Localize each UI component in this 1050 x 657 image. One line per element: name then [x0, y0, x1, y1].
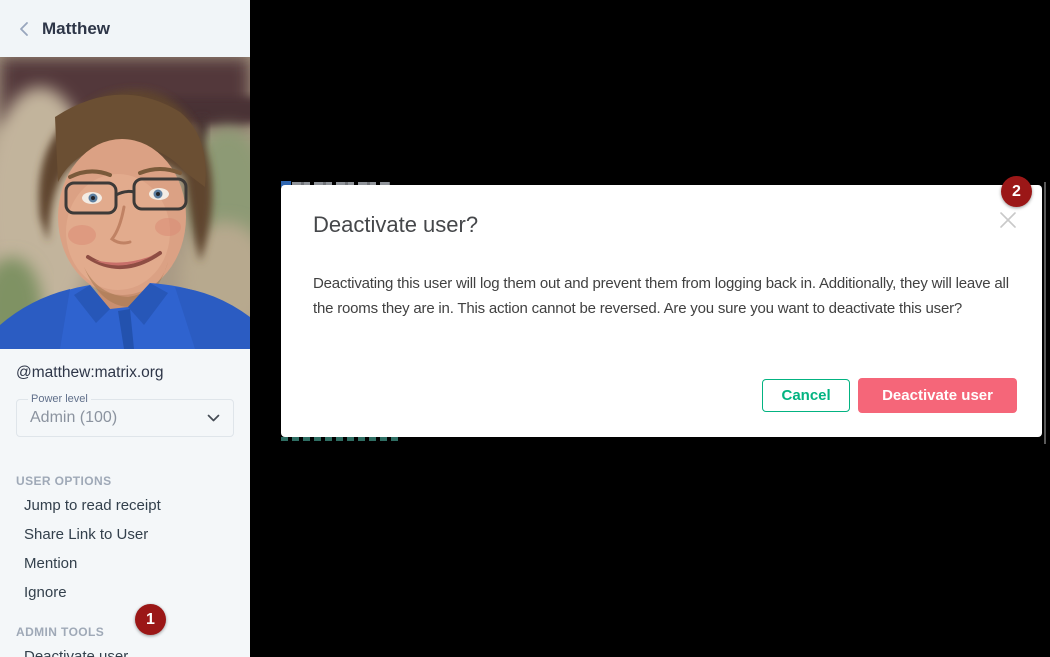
menu-item-deactivate-user[interactable]: Deactivate user: [24, 645, 234, 657]
member-panel-body: @matthew:matrix.org Power level Admin (1…: [0, 364, 250, 657]
member-avatar-photo[interactable]: [0, 57, 250, 349]
occluded-content-sliver: [281, 437, 399, 441]
chevron-down-icon: [207, 414, 220, 422]
annotation-step-badge-2: 2: [1001, 176, 1032, 207]
power-level-select[interactable]: Power level Admin (100): [16, 399, 234, 437]
close-icon[interactable]: [998, 210, 1018, 230]
annotation-step-badge-1: 1: [135, 604, 166, 635]
deactivate-user-dialog: Deactivate user? Deactivating this user …: [281, 185, 1042, 437]
app-screen: Matthew: [0, 0, 1050, 657]
menu-item-jump-to-read-receipt[interactable]: Jump to read receipt: [24, 494, 234, 517]
back-button[interactable]: [13, 17, 35, 41]
menu-item-mention[interactable]: Mention: [24, 552, 234, 575]
chevron-left-icon: [19, 21, 29, 37]
menu-item-ignore[interactable]: Ignore: [24, 581, 234, 604]
menu-item-share-link-to-user[interactable]: Share Link to User: [24, 523, 234, 546]
member-name-title: Matthew: [42, 19, 110, 39]
dialog-body-text: Deactivating this user will log them out…: [313, 271, 1016, 321]
power-level-value: Admin (100): [30, 409, 207, 427]
user-options-heading: USER OPTIONS: [16, 474, 234, 488]
cancel-button[interactable]: Cancel: [762, 379, 850, 412]
member-info-panel: Matthew: [0, 0, 250, 657]
admin-tools-heading: ADMIN TOOLS: [16, 625, 234, 639]
deactivate-user-button[interactable]: Deactivate user: [858, 378, 1017, 413]
member-panel-header: Matthew: [0, 0, 250, 57]
portrait-photo-illustration: [0, 57, 250, 349]
dialog-title: Deactivate user?: [313, 212, 478, 238]
background-scrollbar-sliver: [1044, 182, 1046, 444]
power-level-label: Power level: [28, 393, 91, 406]
matrix-user-id: @matthew:matrix.org: [16, 364, 234, 382]
dialog-button-row: Cancel Deactivate user: [762, 378, 1017, 413]
